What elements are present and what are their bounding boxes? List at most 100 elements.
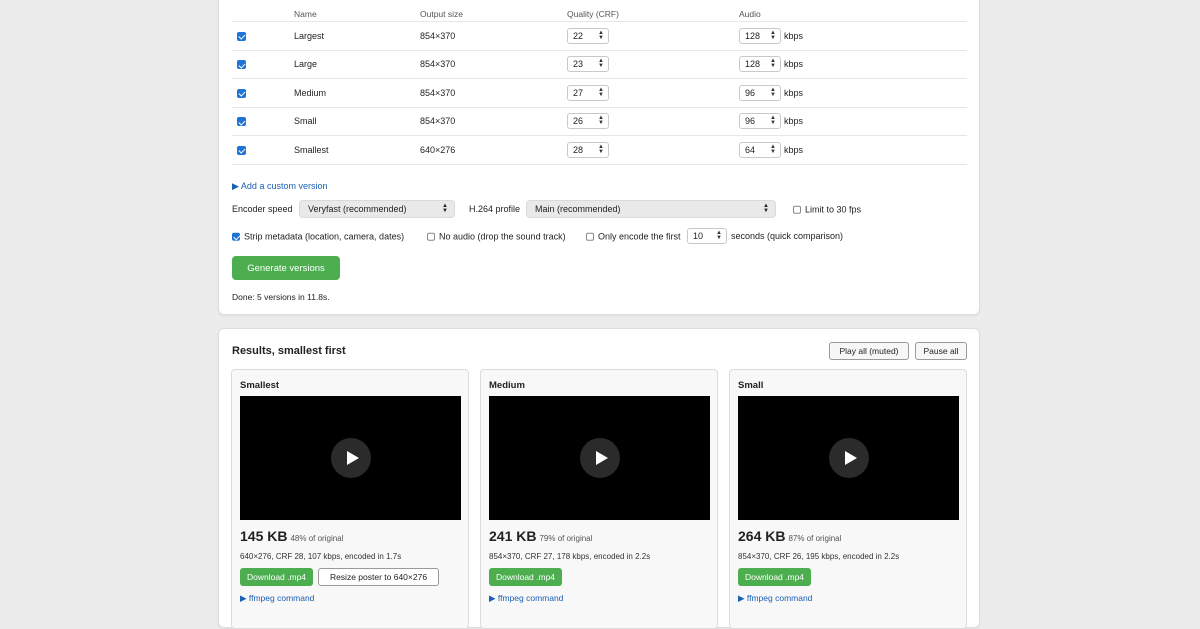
col-name-header: Name <box>294 9 317 19</box>
percent-of-original: 87% of original <box>788 534 842 543</box>
col-size-header: Output size <box>420 9 463 19</box>
audio-stepper[interactable]: 64 ▲ ▼ <box>739 141 781 158</box>
ffmpeg-command-link[interactable]: ▶ ffmpeg command <box>738 593 812 604</box>
result-name: Medium <box>489 380 525 391</box>
row-enabled-checkbox[interactable] <box>237 88 246 98</box>
result-size: 241 KB 79% of original <box>489 528 592 544</box>
crf-value: 23 <box>573 59 584 70</box>
h264-profile-select[interactable]: Main (recommended) ▲ ▼ <box>526 200 776 218</box>
table-row: Medium 854×370 27 ▲ ▼ 96 ▲ ▼ kbps <box>232 79 967 108</box>
file-size: 145 KB <box>240 528 288 544</box>
pause-all-button[interactable]: Pause all <box>915 342 967 360</box>
only-encode-seconds-value: 10 <box>693 231 704 241</box>
audio-stepper[interactable]: 128 ▲ ▼ <box>739 27 781 44</box>
crf-stepper[interactable]: 27 ▲ ▼ <box>567 84 609 101</box>
row-enabled-checkbox[interactable] <box>237 145 246 155</box>
crf-value: 26 <box>573 116 584 127</box>
output-size: 854×370 <box>420 116 456 127</box>
crf-stepper[interactable]: 22 ▲ ▼ <box>567 27 609 44</box>
crf-stepper[interactable]: 23 ▲ ▼ <box>567 56 609 73</box>
result-card-small: Small 264 KB 87% of original 854×370, CRF… <box>729 369 967 629</box>
result-name: Small <box>738 380 764 391</box>
processing-options-row: Strip metadata (location, camera, dates)… <box>232 228 967 244</box>
results-title: Results, smallest first <box>232 345 346 357</box>
download-mp4-button[interactable]: Download .mp4 <box>240 568 313 586</box>
play-icon[interactable] <box>330 438 371 478</box>
video-player[interactable] <box>489 396 710 520</box>
resize-poster-button[interactable]: Resize poster to 640×276 <box>318 568 439 586</box>
table-row: Small 854×370 26 ▲ ▼ 96 ▲ ▼ kbps <box>232 108 967 136</box>
h264-profile-label: H.264 profile <box>469 204 521 214</box>
output-size: 854×370 <box>420 30 456 41</box>
file-size: 264 KB <box>738 528 786 544</box>
version-name: Large <box>294 59 318 70</box>
results-panel: Results, smallest first Play all (muted)… <box>218 328 980 629</box>
result-card-smallest: Smallest 145 KB 48% of original 640×276, … <box>231 369 469 629</box>
play-all-button[interactable]: Play all (muted) <box>829 342 909 360</box>
encoder-speed-select[interactable]: Veryfast (recommended) ▲ ▼ <box>299 200 455 218</box>
status-text: Done: 5 versions in 11.8s. <box>232 292 330 302</box>
limit-fps-checkbox[interactable] <box>793 205 801 214</box>
stepper-arrows-icon: ▲ ▼ <box>770 143 776 155</box>
row-enabled-checkbox[interactable] <box>237 117 246 127</box>
audio-value: 96 <box>745 116 756 127</box>
audio-value: 128 <box>745 59 761 70</box>
audio-stepper[interactable]: 96 ▲ ▼ <box>739 84 781 101</box>
result-size: 145 KB 48% of original <box>240 528 343 544</box>
strip-metadata-checkbox[interactable] <box>232 232 240 241</box>
audio-stepper[interactable]: 128 ▲ ▼ <box>739 56 781 73</box>
video-player[interactable] <box>240 396 461 520</box>
ffmpeg-command-link[interactable]: ▶ ffmpeg command <box>489 593 563 604</box>
stepper-arrows-icon: ▲ ▼ <box>598 29 604 41</box>
download-mp4-button[interactable]: Download .mp4 <box>738 568 811 586</box>
col-crf-header: Quality (CRF) <box>567 9 619 19</box>
result-size: 264 KB 87% of original <box>738 528 841 544</box>
stepper-arrows-icon: ▲ ▼ <box>598 143 604 155</box>
audio-unit: kbps <box>784 59 804 70</box>
audio-unit: kbps <box>784 87 804 98</box>
ffmpeg-command-link[interactable]: ▶ ffmpeg command <box>240 593 314 604</box>
audio-value: 128 <box>745 30 761 41</box>
stepper-arrows-icon: ▲ ▼ <box>716 230 722 241</box>
stepper-arrows-icon: ▲ ▼ <box>770 86 776 98</box>
encoder-speed-value: Veryfast (recommended) <box>308 204 407 214</box>
versions-settings-panel: Name Output size Quality (CRF) Audio Lar… <box>218 0 980 315</box>
result-name: Smallest <box>240 380 280 391</box>
stepper-arrows-icon: ▲ ▼ <box>770 29 776 41</box>
stepper-arrows-icon: ▲ ▼ <box>598 115 604 127</box>
crf-value: 22 <box>573 30 584 41</box>
add-custom-version-link[interactable]: ▶ Add a custom version <box>232 181 327 192</box>
result-meta: 640×276, CRF 28, 107 kbps, encoded in 1.… <box>240 552 402 561</box>
download-mp4-button[interactable]: Download .mp4 <box>489 568 562 586</box>
select-arrows-icon: ▲ ▼ <box>442 203 448 214</box>
version-name: Largest <box>294 30 325 41</box>
stepper-arrows-icon: ▲ ▼ <box>598 58 604 70</box>
output-size: 854×370 <box>420 87 456 98</box>
row-enabled-checkbox[interactable] <box>237 60 246 70</box>
version-name: Smallest <box>294 144 329 155</box>
percent-of-original: 79% of original <box>539 534 593 543</box>
audio-stepper[interactable]: 96 ▲ ▼ <box>739 113 781 130</box>
percent-of-original: 48% of original <box>290 534 344 543</box>
col-audio-header: Audio <box>739 9 761 19</box>
row-enabled-checkbox[interactable] <box>237 31 246 41</box>
only-encode-checkbox[interactable] <box>586 232 594 241</box>
audio-value: 96 <box>745 87 756 98</box>
only-encode-seconds-stepper[interactable]: 10 ▲ ▼ <box>687 228 727 244</box>
only-encode-label: Only encode the first <box>598 231 681 242</box>
version-name: Medium <box>294 87 327 98</box>
audio-unit: kbps <box>784 116 804 127</box>
crf-value: 27 <box>573 87 584 98</box>
audio-value: 64 <box>745 144 756 155</box>
stepper-arrows-icon: ▲ ▼ <box>770 115 776 127</box>
crf-stepper[interactable]: 26 ▲ ▼ <box>567 113 609 130</box>
play-icon[interactable] <box>579 438 620 478</box>
versions-table: Name Output size Quality (CRF) Audio Lar… <box>232 7 967 165</box>
h264-profile-value: Main (recommended) <box>535 204 621 214</box>
no-audio-label: No audio (drop the sound track) <box>439 231 566 242</box>
crf-stepper[interactable]: 28 ▲ ▼ <box>567 141 609 158</box>
no-audio-checkbox[interactable] <box>427 232 435 241</box>
play-icon[interactable] <box>828 438 869 478</box>
video-player[interactable] <box>738 396 959 520</box>
generate-versions-button[interactable]: Generate versions <box>232 256 340 280</box>
